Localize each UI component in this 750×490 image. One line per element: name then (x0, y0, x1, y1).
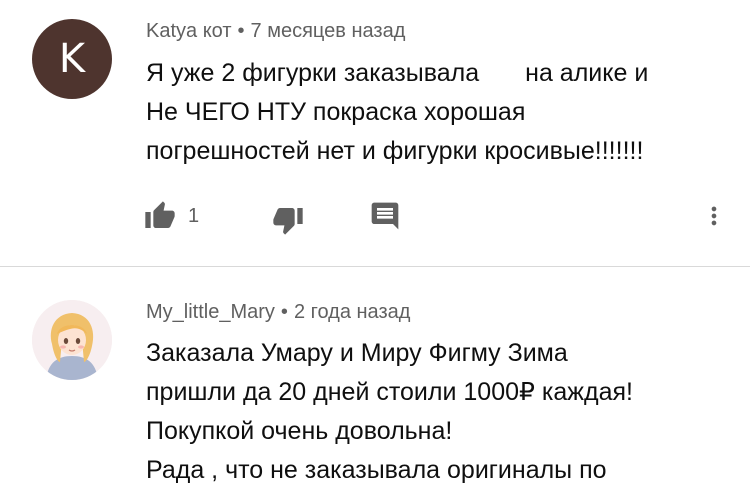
comment-actions: 1 (0, 200, 750, 236)
comment-line: погрешностей нет и фигурки кросивые!!!!!… (146, 137, 644, 165)
comment-text: Заказала Умару и Миру Фигму Зима пришли … (146, 334, 736, 490)
avatar[interactable]: K (32, 19, 112, 99)
comment-meta: Katya кот • 7 месяцев назад (146, 20, 405, 43)
comment-line: Рада , что не заказывала оригиналы по (146, 456, 607, 484)
author-name[interactable]: My_little_Mary (146, 301, 275, 323)
comment-line: Покупкой очень довольна! (146, 417, 453, 445)
comment-meta: My_little_Mary • 2 года назад (146, 301, 410, 324)
comment-time[interactable]: 2 года назад (294, 301, 410, 323)
thumb-down-icon[interactable] (272, 204, 304, 236)
meta-separator: • (237, 20, 245, 42)
comment-text: Я уже 2 фигурки заказывала на алике и Не … (146, 54, 736, 171)
comment-line: пришли да 20 дней стоили 1000₽ каждая! (146, 378, 633, 406)
more-vert-icon[interactable] (700, 200, 728, 232)
comment-line: Не ЧЕГО НТУ покраска хорошая (146, 98, 526, 126)
thumb-up-icon[interactable] (144, 200, 176, 232)
comment-item: K Katya кот • 7 месяцев назад Я уже 2 фигу… (0, 0, 750, 266)
comment-item: My_little_Mary • 2 года назад Заказала Ума… (0, 267, 750, 484)
comment-time[interactable]: 7 месяцев назад (251, 20, 406, 42)
reply-icon[interactable] (369, 200, 401, 232)
author-name[interactable]: Katya кот (146, 20, 232, 42)
like-count: 1 (188, 205, 200, 227)
avatar-illustration (32, 300, 112, 380)
meta-separator: • (280, 301, 288, 323)
comment-line: Я уже 2 фигурки заказывала на алике и (146, 59, 649, 87)
avatar[interactable] (32, 300, 112, 380)
comment-line: Заказала Умару и Миру Фигму Зима (146, 339, 568, 367)
